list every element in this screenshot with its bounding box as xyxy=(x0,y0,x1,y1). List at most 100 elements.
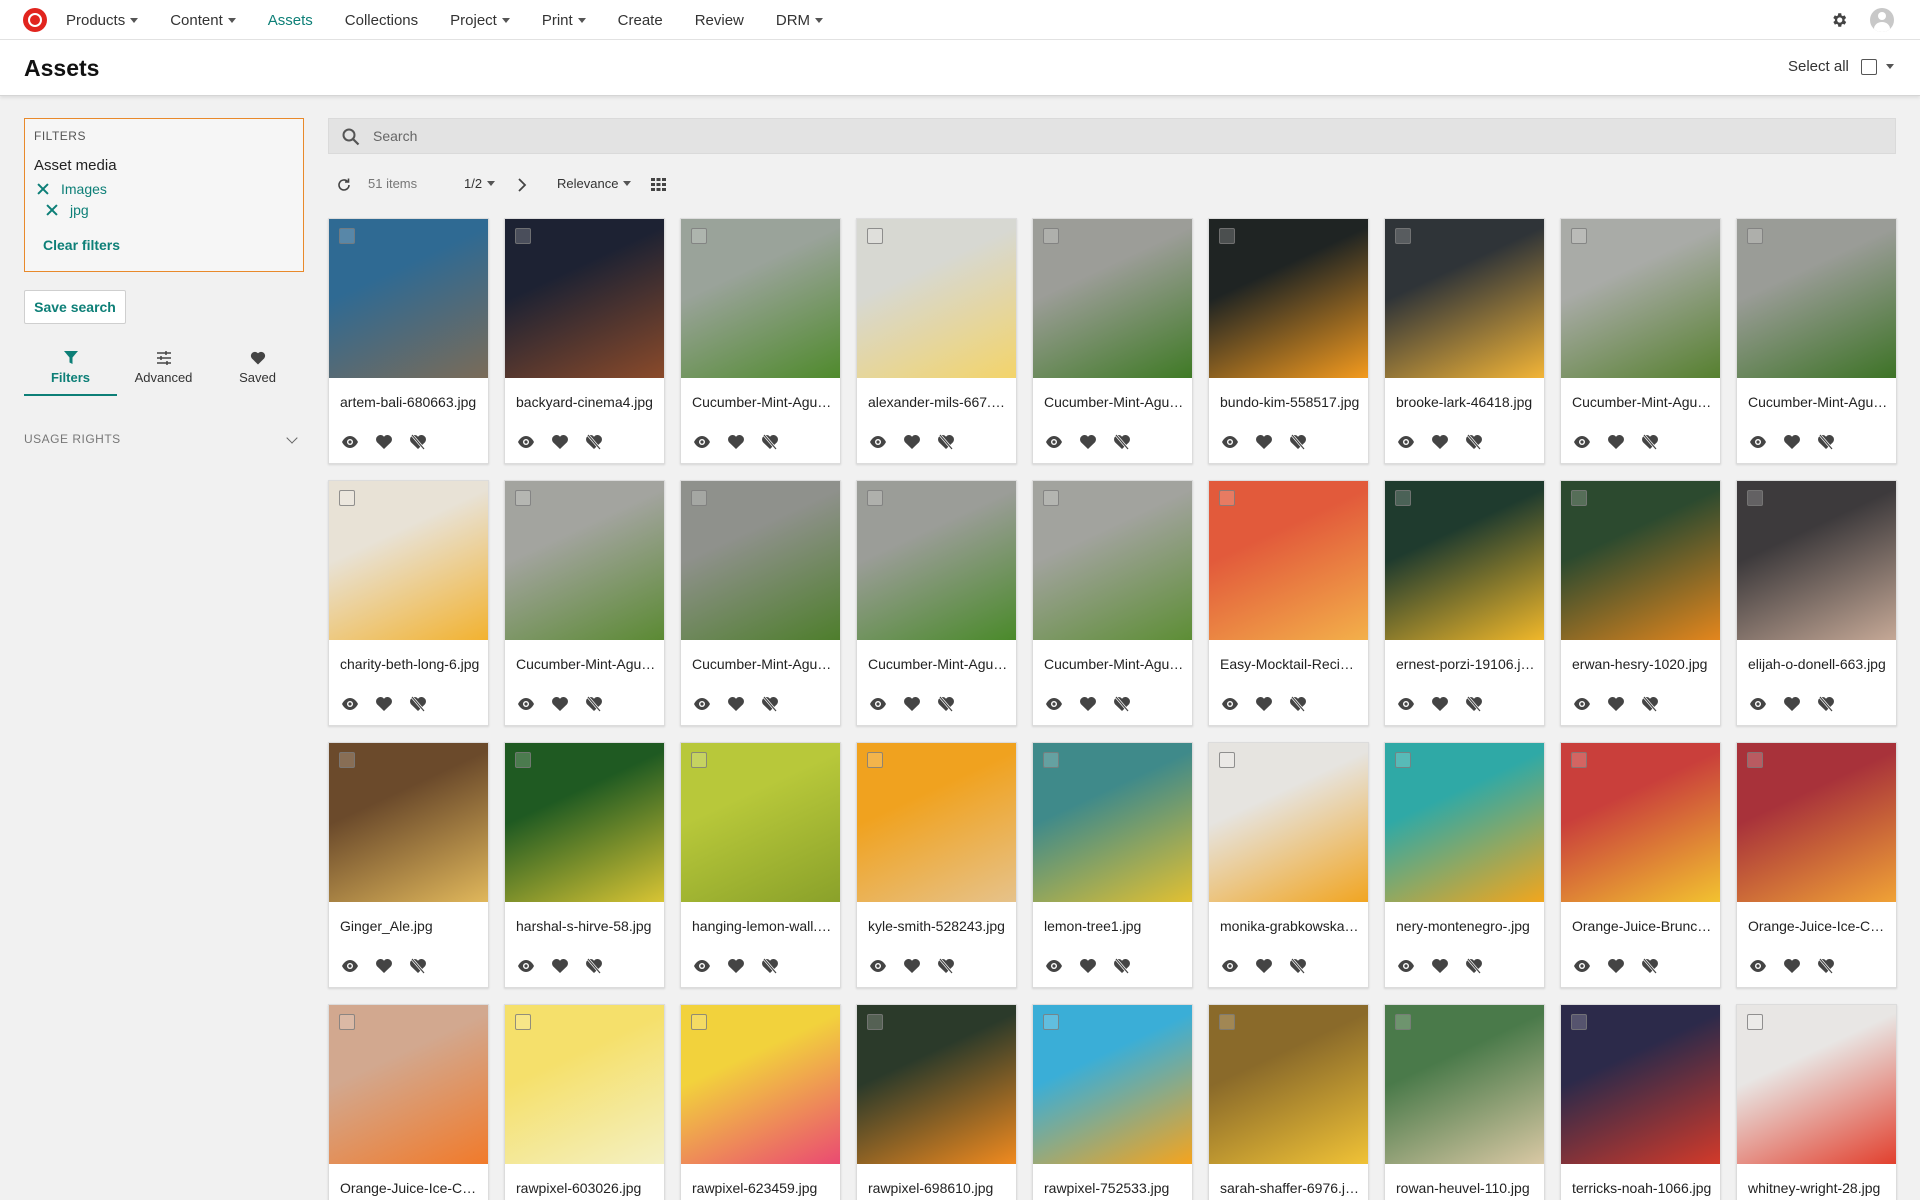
asset-thumbnail[interactable] xyxy=(857,1005,1016,1164)
eye-icon[interactable] xyxy=(693,695,711,713)
heart-icon[interactable] xyxy=(375,433,393,451)
unlike-icon[interactable] xyxy=(409,957,427,975)
asset-select-checkbox[interactable] xyxy=(1747,228,1763,244)
heart-icon[interactable] xyxy=(551,695,569,713)
unlike-icon[interactable] xyxy=(937,695,955,713)
filter-chip-images[interactable]: Images xyxy=(37,181,107,197)
unlike-icon[interactable] xyxy=(937,957,955,975)
asset-thumbnail[interactable] xyxy=(1561,1005,1720,1164)
heart-icon[interactable] xyxy=(1431,957,1449,975)
asset-name[interactable]: alexander-mils-667.jpg xyxy=(868,394,1008,410)
asset-name[interactable]: erwan-hesry-1020.jpg xyxy=(1572,656,1712,672)
asset-card[interactable]: Orange-Juice-Ice-Cubes-2.jpg xyxy=(328,1004,489,1200)
asset-select-checkbox[interactable] xyxy=(691,1014,707,1030)
asset-thumbnail[interactable] xyxy=(681,743,840,902)
page-selector[interactable]: 1/2 xyxy=(464,176,496,191)
asset-select-checkbox[interactable] xyxy=(1571,752,1587,768)
usage-rights-section[interactable]: USAGE RIGHTS xyxy=(24,432,298,446)
asset-card[interactable]: rawpixel-698610.jpg xyxy=(856,1004,1017,1200)
asset-name[interactable]: lemon-tree1.jpg xyxy=(1044,918,1184,934)
asset-thumbnail[interactable] xyxy=(1737,481,1896,640)
nav-item-collections[interactable]: Collections xyxy=(345,12,418,29)
eye-icon[interactable] xyxy=(341,695,359,713)
eye-icon[interactable] xyxy=(1045,957,1063,975)
eye-icon[interactable] xyxy=(1221,957,1239,975)
asset-card[interactable]: Easy-Mocktail-Recipe.jpg xyxy=(1208,480,1369,726)
asset-card[interactable]: monika-grabkowska.jpg xyxy=(1208,742,1369,988)
asset-select-checkbox[interactable] xyxy=(1043,228,1059,244)
asset-thumbnail[interactable] xyxy=(505,743,664,902)
asset-card[interactable]: rowan-heuvel-110.jpg xyxy=(1384,1004,1545,1200)
eye-icon[interactable] xyxy=(1045,695,1063,713)
asset-card[interactable]: brooke-lark-46418.jpg xyxy=(1384,218,1545,464)
unlike-icon[interactable] xyxy=(1641,433,1659,451)
asset-select-checkbox[interactable] xyxy=(867,752,883,768)
asset-name[interactable]: rawpixel-603026.jpg xyxy=(516,1180,656,1196)
asset-thumbnail[interactable] xyxy=(1033,743,1192,902)
asset-select-checkbox[interactable] xyxy=(1219,752,1235,768)
heart-icon[interactable] xyxy=(1079,957,1097,975)
unlike-icon[interactable] xyxy=(1289,957,1307,975)
close-icon[interactable] xyxy=(37,183,49,195)
asset-thumbnail[interactable] xyxy=(1385,219,1544,378)
asset-thumbnail[interactable] xyxy=(329,743,488,902)
asset-select-checkbox[interactable] xyxy=(1395,228,1411,244)
asset-name[interactable]: brooke-lark-46418.jpg xyxy=(1396,394,1536,410)
asset-name[interactable]: harshal-s-hirve-58.jpg xyxy=(516,918,656,934)
asset-select-checkbox[interactable] xyxy=(691,752,707,768)
heart-icon[interactable] xyxy=(727,695,745,713)
heart-icon[interactable] xyxy=(727,957,745,975)
asset-thumbnail[interactable] xyxy=(1561,219,1720,378)
asset-name[interactable]: charity-beth-long-6.jpg xyxy=(340,656,480,672)
asset-name[interactable]: Cucumber-Mint-Agua-Fresca-6.jpg xyxy=(692,656,832,672)
asset-card[interactable]: nery-montenegro-.jpg xyxy=(1384,742,1545,988)
nav-item-review[interactable]: Review xyxy=(695,12,744,29)
eye-icon[interactable] xyxy=(1397,695,1415,713)
asset-card[interactable]: whitney-wright-28.jpg xyxy=(1736,1004,1897,1200)
unlike-icon[interactable] xyxy=(1289,433,1307,451)
asset-thumbnail[interactable] xyxy=(857,743,1016,902)
asset-select-checkbox[interactable] xyxy=(515,228,531,244)
asset-select-checkbox[interactable] xyxy=(339,1014,355,1030)
heart-icon[interactable] xyxy=(1079,433,1097,451)
asset-select-checkbox[interactable] xyxy=(1395,1014,1411,1030)
asset-card[interactable]: alexander-mils-667.jpg xyxy=(856,218,1017,464)
filter-chip-jpg[interactable]: jpg xyxy=(46,202,89,218)
eye-icon[interactable] xyxy=(1749,957,1767,975)
asset-name[interactable]: rawpixel-752533.jpg xyxy=(1044,1180,1184,1196)
asset-select-checkbox[interactable] xyxy=(1395,490,1411,506)
asset-select-checkbox[interactable] xyxy=(339,228,355,244)
unlike-icon[interactable] xyxy=(761,433,779,451)
heart-icon[interactable] xyxy=(375,695,393,713)
unlike-icon[interactable] xyxy=(585,433,603,451)
grid-view-icon[interactable] xyxy=(651,178,666,191)
asset-card[interactable]: Cucumber-Mint-Agua-Fresca.jpg xyxy=(680,218,841,464)
asset-name[interactable]: bundo-kim-558517.jpg xyxy=(1220,394,1360,410)
asset-thumbnail[interactable] xyxy=(505,481,664,640)
unlike-icon[interactable] xyxy=(1113,957,1131,975)
eye-icon[interactable] xyxy=(1573,695,1591,713)
asset-name[interactable]: Ginger_Ale.jpg xyxy=(340,918,480,934)
eye-icon[interactable] xyxy=(1573,957,1591,975)
refresh-icon[interactable] xyxy=(336,177,352,193)
asset-card[interactable]: elijah-o-donell-663.jpg xyxy=(1736,480,1897,726)
asset-select-checkbox[interactable] xyxy=(339,752,355,768)
asset-name[interactable]: Cucumber-Mint-Agua-Fresca-7.jpg xyxy=(868,656,1008,672)
asset-select-checkbox[interactable] xyxy=(1043,752,1059,768)
asset-select-checkbox[interactable] xyxy=(515,752,531,768)
unlike-icon[interactable] xyxy=(585,695,603,713)
asset-thumbnail[interactable] xyxy=(1209,219,1368,378)
asset-select-checkbox[interactable] xyxy=(1043,490,1059,506)
eye-icon[interactable] xyxy=(869,695,887,713)
asset-card[interactable]: Cucumber-Mint-Agua-Fresca-8.jpg xyxy=(1032,480,1193,726)
asset-thumbnail[interactable] xyxy=(1209,743,1368,902)
asset-select-checkbox[interactable] xyxy=(691,490,707,506)
asset-name[interactable]: monika-grabkowska.jpg xyxy=(1220,918,1360,934)
eye-icon[interactable] xyxy=(341,433,359,451)
asset-card[interactable]: rawpixel-603026.jpg xyxy=(504,1004,665,1200)
asset-select-checkbox[interactable] xyxy=(867,490,883,506)
sort-selector[interactable]: Relevance xyxy=(557,176,632,191)
heart-icon[interactable] xyxy=(1783,957,1801,975)
asset-thumbnail[interactable] xyxy=(329,219,488,378)
asset-select-checkbox[interactable] xyxy=(1747,490,1763,506)
